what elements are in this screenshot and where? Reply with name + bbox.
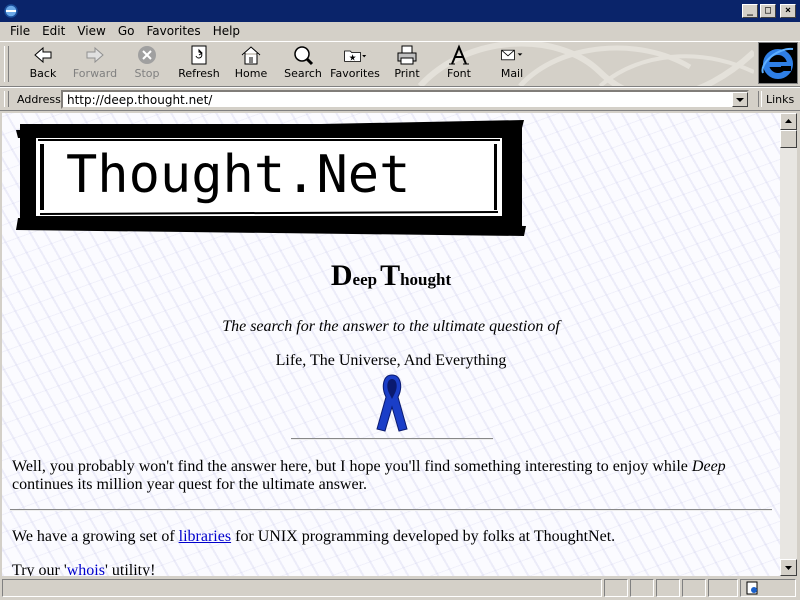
mail-icon [501,49,523,61]
printer-icon [397,45,417,65]
status-bar [0,576,800,600]
font-label: Font [447,67,471,80]
whois-paragraph: Try our 'whois' utility! [12,562,762,576]
divider-short [291,438,493,440]
subline: Life, The Universe, And Everything [275,352,507,369]
divider-full [10,509,772,511]
minimize-button[interactable]: _ [742,4,758,18]
back-label: Back [29,67,57,80]
home-label: Home [234,67,268,80]
refresh-icon [191,45,207,65]
intro-text-end: continues its million year quest for the… [12,476,368,493]
favorites-button[interactable]: Favorites [330,44,380,84]
page-zone-icon [746,581,758,595]
favorites-label: Favorites [330,67,380,80]
menu-file[interactable]: File [4,22,36,41]
mail-button[interactable]: Mail [494,44,530,84]
links-separator [758,91,762,107]
intro-emphasis: Deep [691,458,726,475]
address-input[interactable]: http://deep.thought.net/ [61,90,749,109]
arrow-up-icon [785,119,792,123]
whois-text: Try our ' [12,562,67,576]
page-title: Deep Thought [2,259,780,293]
vertical-scrollbar[interactable] [780,113,797,576]
address-label: Address [17,93,61,106]
ie-app-icon [4,4,18,18]
status-pane-4 [656,579,680,597]
chevron-down-icon [736,98,744,102]
menu-go[interactable]: Go [112,22,141,41]
scroll-down-button[interactable] [780,559,797,576]
toolbar-grip[interactable] [4,46,9,82]
page-viewport: Thought.Net Deep Thought The search for … [2,113,780,576]
font-icon [449,44,469,65]
mail-label: Mail [500,67,524,80]
search-label: Search [284,67,322,80]
menu-bar: File Edit View Go Favorites Help [0,22,800,41]
status-pane-2 [604,579,628,597]
arrow-down-icon [785,566,792,570]
home-button[interactable]: Home [232,44,270,84]
libraries-paragraph: We have a growing set of libraries for U… [12,528,762,546]
search-button[interactable]: Search [283,44,323,84]
menu-view[interactable]: View [71,22,111,41]
scroll-up-button[interactable] [780,113,797,130]
font-button[interactable]: Font [443,44,475,84]
address-bar: Address http://deep.thought.net/ Links [0,87,800,111]
whois-text-end: ' utility! [104,562,156,576]
standard-toolbar: Back Forward Stop Refresh Home Search Fa… [0,41,800,87]
menu-favorites[interactable]: Favorites [140,22,206,41]
libraries-text-end: for UNIX programming developed by folks … [231,528,616,545]
links-button[interactable]: Links [766,93,794,106]
search-icon [294,46,314,66]
forward-label: Forward [72,67,118,80]
address-dropdown-button[interactable] [732,92,748,107]
close-button[interactable]: × [780,4,796,18]
refresh-button[interactable]: Refresh [176,44,222,84]
print-button[interactable]: Print [392,44,422,84]
title-initial-t: T [380,259,401,292]
home-icon [241,46,261,65]
menu-edit[interactable]: Edit [36,22,71,41]
forward-arrow-icon [86,46,104,64]
forward-button[interactable]: Forward [70,44,120,84]
title-initial-d: D [330,259,353,292]
favorites-folder-icon [344,50,367,62]
stop-button[interactable]: Stop [129,44,165,84]
ie-throbber-logo [758,42,798,84]
libraries-text: We have a growing set of [12,528,179,545]
stop-icon [138,46,156,64]
whois-link[interactable]: whois [67,562,105,576]
status-zone-pane [740,579,796,597]
back-arrow-icon [34,46,52,64]
scroll-thumb[interactable] [780,130,797,148]
intro-text: Well, you probably won't find the answer… [12,458,692,475]
refresh-label: Refresh [178,67,220,80]
status-pane-5 [682,579,706,597]
ie-logo-icon [761,47,794,79]
menu-help[interactable]: Help [207,22,246,41]
libraries-link[interactable]: libraries [179,528,231,545]
title-bar: _ □ × [0,0,800,22]
title-rest-eep: eep [352,270,378,289]
logo-text: Thought.Net [66,145,410,205]
maximize-button[interactable]: □ [760,4,776,18]
status-text-pane [2,579,602,597]
address-grip[interactable] [4,91,9,107]
status-pane-6 [708,579,738,597]
title-rest-hought: hought [400,270,452,289]
tagline: The search for the answer to the ultimat… [222,318,560,335]
stop-label: Stop [134,67,160,80]
status-pane-3 [630,579,654,597]
back-button[interactable]: Back [23,44,63,84]
intro-paragraph: Well, you probably won't find the answer… [12,458,762,494]
print-label: Print [394,67,420,80]
blue-ribbon-icon [376,374,408,432]
thoughtnet-logo: Thought.Net [16,120,526,236]
